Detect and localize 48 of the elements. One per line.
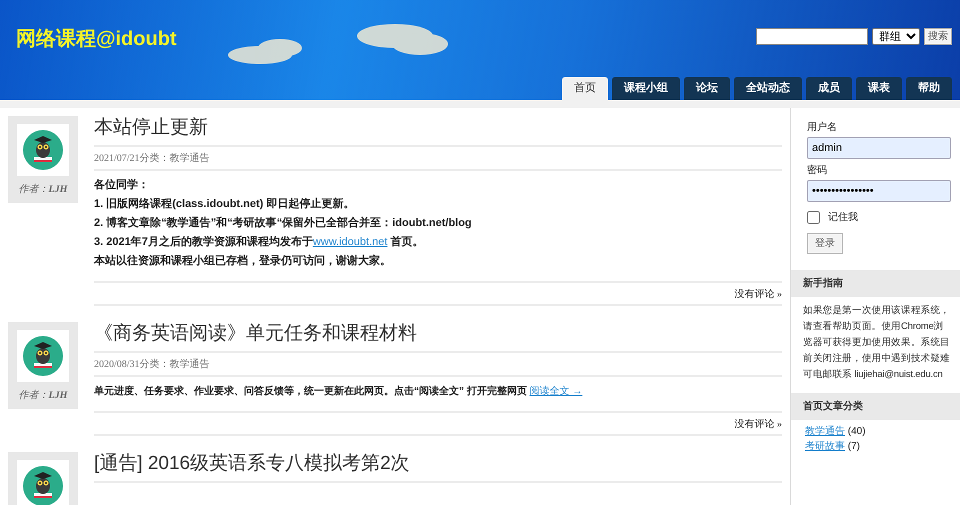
owl-avatar-icon — [23, 130, 63, 170]
post-date: 2021/07/21分类： — [94, 153, 170, 164]
category-link[interactable]: 教学通告 — [170, 359, 210, 370]
field-label: 用户名 — [807, 120, 838, 135]
post-title[interactable]: 《商务英语阅读》单元任务和课程材料 — [94, 322, 782, 353]
field-label: 密码 — [807, 164, 828, 178]
site-title[interactable]: 网络课程@idoubt — [0, 0, 177, 54]
nav-tab[interactable]: 课程小组 — [612, 77, 680, 100]
input-field[interactable]: admin — [807, 137, 951, 159]
body-text: 本站以往资源和课程小组已存档，登录仍可访问，谢谢大家。 — [94, 254, 392, 269]
category-count: (7) — [846, 441, 860, 452]
post-date: 2020/08/31分类： — [94, 359, 170, 370]
guide-text: 如果您是第一次使用该课程系统，请查看帮助页面。使用Chrome浏览器可获得更加使用效果。系统目前关闭注册，使用中遇到技术疑难可电邮联系 liujiehai@nuist.edu.cn — [802, 304, 952, 382]
author-label: 作者： — [18, 184, 49, 195]
nav-tab[interactable]: 成员 — [806, 77, 852, 100]
category-link[interactable]: 教学通告 — [805, 426, 845, 437]
body-text: 1. 旧版网络课程(class.idoubt.net) 即日起停止更新。 — [94, 196, 356, 212]
remember-checkbox[interactable] — [807, 211, 820, 224]
author-label: 作者： — [18, 390, 49, 401]
section-heading: 首页文章分类 — [791, 393, 960, 420]
search-button[interactable]: 搜索 — [924, 28, 952, 45]
input-field[interactable]: •••••••••••••••• — [807, 180, 951, 202]
comments-link[interactable]: 没有评论 » — [734, 419, 782, 430]
body-text: 各位同学： — [94, 178, 150, 193]
body-link[interactable]: 阅读全文 → — [530, 386, 582, 397]
author-link[interactable]: LJH — [48, 184, 68, 195]
scope-select[interactable]: 群组 — [872, 28, 920, 45]
login-button[interactable]: 登录 — [807, 233, 843, 254]
category-link[interactable]: 教学通告 — [170, 153, 210, 164]
body-text: 单元进度、任务要求、作业要求、问答反馈等，统一更新在此网页。点击“阅读全文” 打开完整网页 阅读全文 → — [94, 384, 584, 399]
category-count: (40) — [846, 426, 866, 437]
checkbox-label: 记住我 — [828, 210, 858, 225]
body-link[interactable]: www.idoubt.net — [312, 236, 388, 248]
body-text: 2. 博客文章除“教学通告”和“考研故事“保留外已全部合并至：idoubt.net/blog — [94, 216, 473, 231]
section-heading: 新手指南 — [791, 270, 960, 297]
nav-tab[interactable]: 课表 — [856, 77, 902, 100]
category-link[interactable]: 考研故事 — [805, 441, 845, 452]
post-title[interactable]: [通告] 2016级英语系专八模拟考第2次 — [94, 452, 782, 483]
nav-tab[interactable]: 帮助 — [906, 77, 952, 100]
nav-tab[interactable]: 首页 — [562, 77, 608, 100]
body-text: 3. 2021年7月之后的教学资源和课程均发布于www.idoubt.net 首页。 — [94, 234, 424, 250]
author-link[interactable]: LJH — [48, 390, 68, 401]
post-title[interactable]: 本站停止更新 — [94, 116, 782, 147]
owl-avatar-icon — [23, 336, 63, 376]
nav-tab[interactable]: 全站动态 — [734, 77, 802, 100]
nav-tab[interactable]: 论坛 — [684, 77, 730, 100]
comments-link[interactable]: 没有评论 » — [734, 289, 782, 300]
search-field[interactable] — [756, 28, 868, 45]
